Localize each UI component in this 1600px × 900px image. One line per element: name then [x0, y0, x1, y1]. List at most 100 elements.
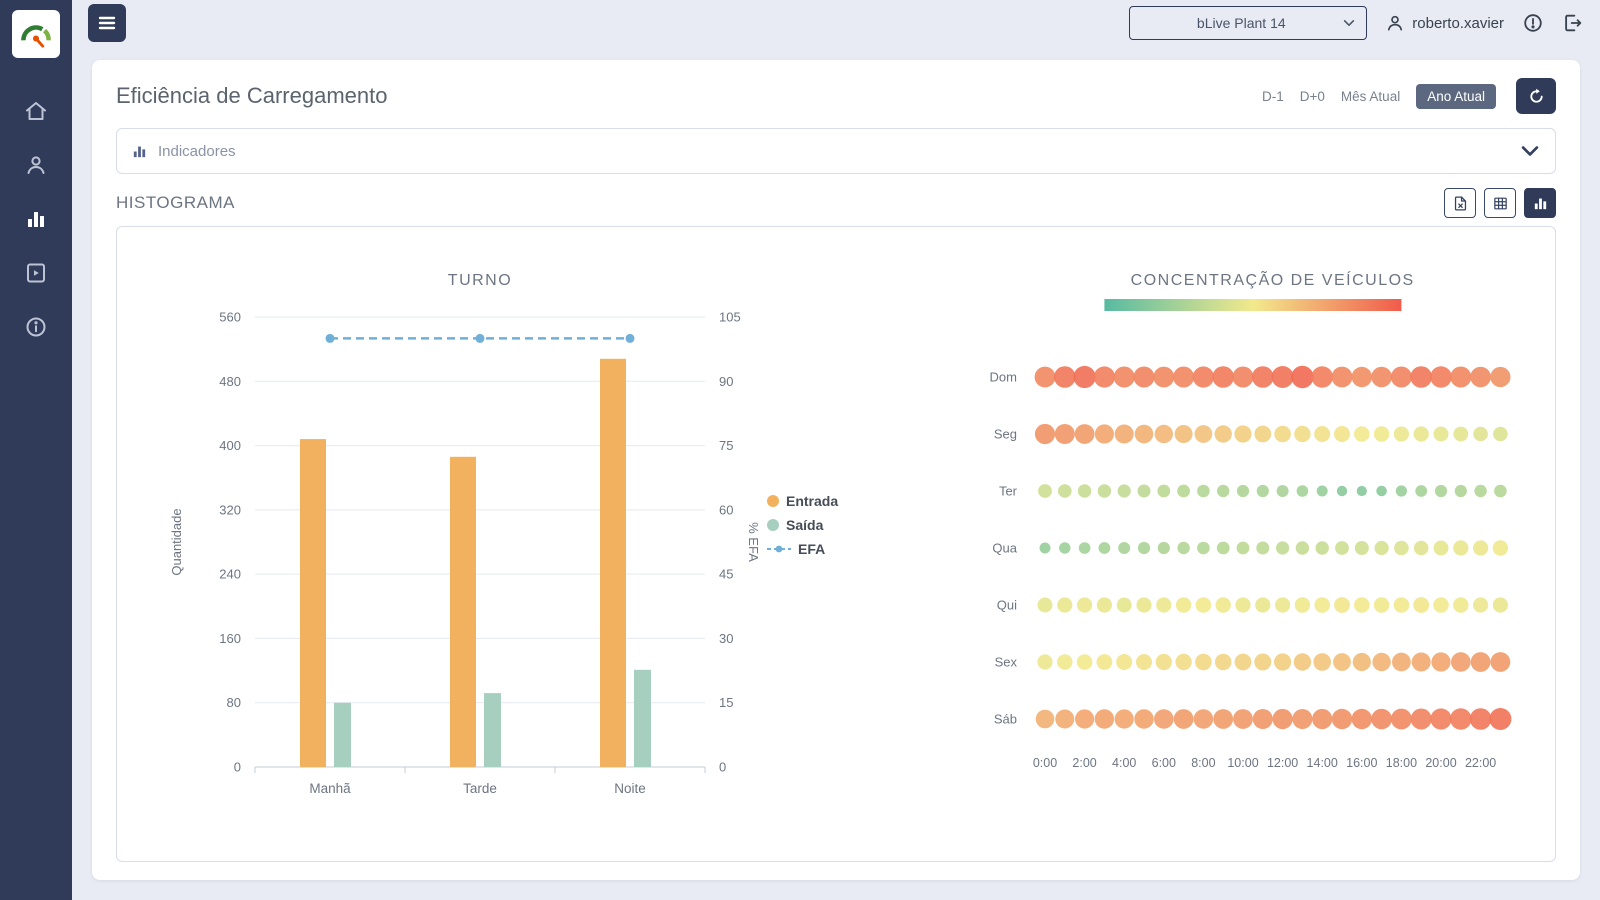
- punch-cell[interactable]: [1316, 485, 1328, 497]
- legend-item-efa[interactable]: EFA: [767, 541, 838, 557]
- punch-cell[interactable]: [1272, 708, 1293, 730]
- punch-cell[interactable]: [1473, 426, 1488, 442]
- punch-cell[interactable]: [1433, 426, 1449, 442]
- punch-cell[interactable]: [1234, 425, 1252, 443]
- punch-cell[interactable]: [1450, 708, 1472, 730]
- indicators-panel-toggle[interactable]: Indicadores: [116, 128, 1556, 174]
- punch-cell[interactable]: [1154, 424, 1173, 444]
- punch-cell[interactable]: [1493, 426, 1508, 442]
- plant-selector[interactable]: bLive Plant 14: [1129, 6, 1368, 40]
- punch-cell[interactable]: [1175, 597, 1192, 613]
- punch-cell[interactable]: [1213, 709, 1234, 729]
- punch-cell[interactable]: [1474, 484, 1487, 498]
- bar-saída[interactable]: [484, 693, 501, 767]
- punch-cell[interactable]: [1395, 485, 1407, 497]
- punch-cell[interactable]: [1073, 365, 1096, 389]
- punch-cell[interactable]: [1352, 652, 1371, 672]
- punch-cell[interactable]: [1077, 484, 1092, 498]
- punch-cell[interactable]: [1118, 542, 1131, 554]
- punch-cell[interactable]: [1058, 484, 1072, 498]
- punch-cell[interactable]: [1098, 542, 1111, 554]
- punch-cell[interactable]: [1489, 708, 1512, 730]
- bar-entrada[interactable]: [600, 358, 626, 767]
- punch-cell[interactable]: [1174, 425, 1193, 443]
- punch-cell[interactable]: [1075, 709, 1095, 729]
- punch-cell[interactable]: [1434, 484, 1448, 498]
- punch-cell[interactable]: [1216, 541, 1230, 555]
- punch-cell[interactable]: [1454, 484, 1467, 498]
- punch-cell[interactable]: [1470, 366, 1491, 388]
- punch-cell[interactable]: [1116, 654, 1133, 670]
- punch-cell[interactable]: [1217, 484, 1230, 498]
- punch-cell[interactable]: [1214, 653, 1232, 671]
- punch-cell[interactable]: [1037, 597, 1053, 613]
- punch-cell[interactable]: [1393, 426, 1409, 442]
- punch-cell[interactable]: [1173, 366, 1195, 388]
- punch-cell[interactable]: [1433, 540, 1449, 556]
- punch-cell[interactable]: [1331, 708, 1353, 730]
- punch-cell[interactable]: [1236, 484, 1250, 498]
- punch-cell[interactable]: [1276, 485, 1289, 497]
- punch-cell[interactable]: [1234, 653, 1252, 671]
- punch-cell[interactable]: [1177, 484, 1190, 498]
- punch-cell[interactable]: [1236, 541, 1250, 555]
- punch-cell[interactable]: [1256, 541, 1270, 555]
- punch-cell[interactable]: [1054, 366, 1076, 388]
- punch-cell[interactable]: [1494, 484, 1507, 498]
- punch-cell[interactable]: [1274, 653, 1292, 671]
- punch-cell[interactable]: [1413, 540, 1429, 556]
- punch-cell[interactable]: [1473, 540, 1489, 556]
- punch-cell[interactable]: [1410, 708, 1432, 730]
- punch-cell[interactable]: [1275, 597, 1291, 613]
- filter-mes-atual[interactable]: Mês Atual: [1341, 89, 1400, 104]
- punch-cell[interactable]: [1334, 597, 1350, 613]
- punch-cell[interactable]: [1391, 708, 1412, 730]
- punch-cell[interactable]: [1057, 597, 1073, 613]
- punch-cell[interactable]: [1133, 366, 1155, 388]
- punch-cell[interactable]: [1295, 541, 1310, 555]
- punch-cell[interactable]: [1235, 597, 1251, 613]
- sidebar-item-media[interactable]: [0, 246, 72, 300]
- menu-button[interactable]: [88, 4, 126, 42]
- punch-cell[interactable]: [1490, 652, 1511, 672]
- bar-entrada[interactable]: [300, 439, 326, 767]
- punch-cell[interactable]: [1035, 709, 1055, 729]
- punch-cell[interactable]: [1293, 653, 1312, 671]
- filter-ano-atual[interactable]: Ano Atual: [1416, 83, 1496, 109]
- punch-cell[interactable]: [1470, 652, 1491, 672]
- punch-cell[interactable]: [1175, 653, 1192, 671]
- punch-cell[interactable]: [1415, 485, 1428, 497]
- bar-saída[interactable]: [634, 669, 651, 767]
- efa-point[interactable]: [625, 333, 635, 343]
- punch-cell[interactable]: [1038, 484, 1052, 498]
- punch-cell[interactable]: [1336, 485, 1348, 497]
- punch-cell[interactable]: [1372, 652, 1391, 672]
- punch-cell[interactable]: [1374, 540, 1389, 556]
- punch-cell[interactable]: [1373, 426, 1390, 442]
- punch-cell[interactable]: [1195, 653, 1212, 671]
- punch-cell[interactable]: [1413, 426, 1429, 442]
- table-view-button[interactable]: [1484, 188, 1516, 218]
- punch-cell[interactable]: [1392, 652, 1411, 672]
- punch-cell[interactable]: [1097, 484, 1112, 498]
- punch-cell[interactable]: [1134, 709, 1154, 729]
- punch-cell[interactable]: [1114, 709, 1134, 729]
- punch-cell[interactable]: [1274, 425, 1291, 443]
- punch-cell[interactable]: [1215, 597, 1231, 613]
- punch-cell[interactable]: [1096, 597, 1112, 613]
- punch-cell[interactable]: [1177, 541, 1190, 555]
- chart-view-button[interactable]: [1524, 188, 1556, 218]
- punch-cell[interactable]: [1453, 597, 1469, 613]
- punch-cell[interactable]: [1314, 426, 1331, 442]
- punch-cell[interactable]: [1433, 597, 1449, 613]
- punch-cell[interactable]: [1351, 708, 1372, 730]
- punch-cell[interactable]: [1296, 485, 1309, 497]
- sidebar-item-charts[interactable]: [0, 192, 72, 246]
- punch-cell[interactable]: [1371, 708, 1392, 730]
- punch-cell[interactable]: [1197, 484, 1210, 498]
- punch-cell[interactable]: [1157, 484, 1171, 498]
- punch-cell[interactable]: [1492, 597, 1508, 613]
- export-file-button[interactable]: [1444, 188, 1476, 218]
- legend-item-saida[interactable]: Saída: [767, 517, 838, 533]
- punch-cell[interactable]: [1193, 709, 1214, 729]
